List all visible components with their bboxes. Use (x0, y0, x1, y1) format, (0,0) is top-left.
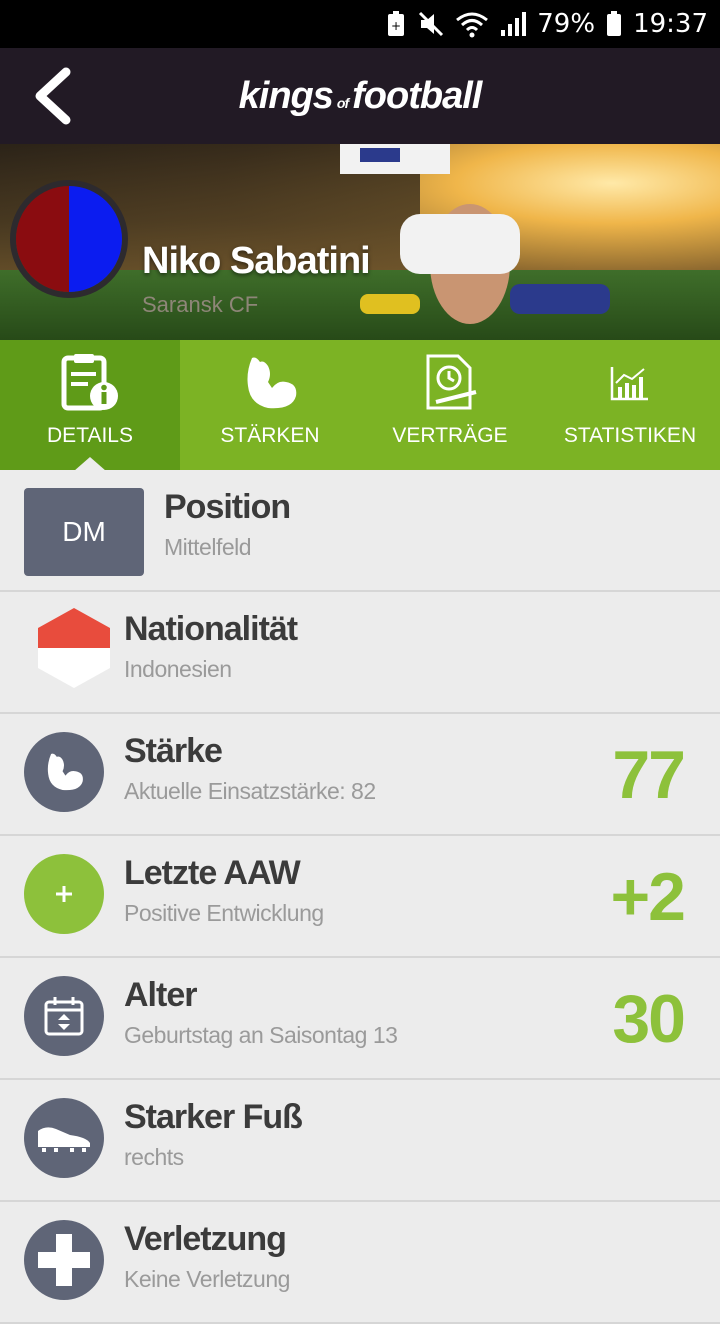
club-badge (10, 180, 128, 298)
celebrating-player-image (340, 144, 610, 324)
row-injury-title: Verletzung (124, 1220, 287, 1258)
tab-statistiken-label: STATISTIKEN (563, 424, 697, 447)
status-bar: + 79% 19:37 (0, 0, 720, 48)
clock-time: 19:37 (633, 9, 708, 39)
row-position-sub: Mittelfeld (164, 534, 252, 560)
row-injury[interactable]: Verletzung Keine Verletzung (0, 1202, 720, 1324)
row-nationality-title: Nationalität (124, 610, 298, 648)
row-strength-title: Stärke (124, 732, 223, 770)
logo-of: of (336, 94, 349, 111)
bicep-icon (24, 732, 104, 812)
document-info-icon (58, 350, 122, 416)
football-boot-icon (24, 1098, 104, 1178)
battery-icon (605, 10, 623, 38)
row-strong-foot-sub: rechts (124, 1144, 184, 1170)
calendar-icon (24, 976, 104, 1056)
row-last-aaw-title: Letzte AAW (124, 854, 301, 892)
row-nationality[interactable]: Nationalität Indonesien (0, 592, 720, 714)
row-strong-foot-title: Starker Fuß (124, 1098, 303, 1136)
tab-bar: DETAILS STÄRKEN VERTRÄGE STATISTIKEN (0, 340, 720, 471)
player-name: Niko Sabatini (142, 240, 371, 282)
position-badge: DM (24, 488, 144, 576)
signal-icon (499, 10, 527, 38)
app-header: kings of football (0, 48, 720, 144)
flag-icon (38, 608, 110, 688)
medical-cross-icon (24, 1220, 104, 1300)
bicep-icon (238, 350, 302, 416)
chevron-left-icon (35, 67, 71, 125)
wifi-icon (455, 10, 489, 38)
row-age-title: Alter (124, 976, 197, 1014)
row-position-title: Position (164, 488, 291, 526)
tab-vertraege-label: VERTRÄGE (392, 424, 508, 447)
row-age-sub: Geburtstag an Saisontag 13 (124, 1022, 398, 1048)
tab-staerken-label: STÄRKEN (220, 424, 320, 447)
battery-saver-icon: + (385, 10, 407, 38)
tab-statistiken[interactable]: STATISTIKEN (540, 340, 720, 470)
row-last-aaw-sub: Positive Entwicklung (124, 900, 324, 926)
player-details-list: DM Position Mittelfeld Nationalität Indo… (0, 470, 720, 1324)
tab-vertraege[interactable]: VERTRÄGE (360, 340, 540, 470)
row-age-value: 30 (612, 981, 686, 1057)
app-logo: kings of football (238, 74, 483, 118)
back-button[interactable] (22, 66, 82, 126)
player-hero-banner: Niko Sabatini Saransk CF (0, 144, 720, 340)
logo-football: football (352, 74, 482, 117)
row-last-aaw[interactable]: Letzte AAW Positive Entwicklung +2 (0, 836, 720, 958)
row-strength-value: 77 (612, 737, 686, 813)
battery-percent: 79% (537, 9, 596, 39)
row-strength[interactable]: Stärke Aktuelle Einsatzstärke: 82 77 (0, 714, 720, 836)
active-tab-indicator (74, 457, 106, 471)
plus-icon (24, 854, 104, 934)
row-strength-sub: Aktuelle Einsatzstärke: 82 (124, 778, 376, 804)
logo-kings: kings (238, 74, 334, 117)
row-strong-foot[interactable]: Starker Fuß rechts (0, 1080, 720, 1202)
tab-details[interactable]: DETAILS (0, 340, 180, 471)
tab-details-label: DETAILS (47, 424, 133, 447)
player-club: Saransk CF (142, 292, 259, 317)
svg-text:+: + (391, 19, 401, 33)
tab-staerken[interactable]: STÄRKEN (180, 340, 360, 470)
row-last-aaw-value: +2 (610, 859, 686, 935)
mute-icon (417, 10, 445, 38)
row-age[interactable]: Alter Geburtstag an Saisontag 13 30 (0, 958, 720, 1080)
row-nationality-sub: Indonesien (124, 656, 232, 682)
club-badge-left (16, 186, 69, 292)
bar-chart-icon (610, 350, 650, 416)
club-badge-right (69, 186, 122, 292)
contract-clock-icon (418, 350, 482, 416)
row-position[interactable]: DM Position Mittelfeld (0, 470, 720, 592)
